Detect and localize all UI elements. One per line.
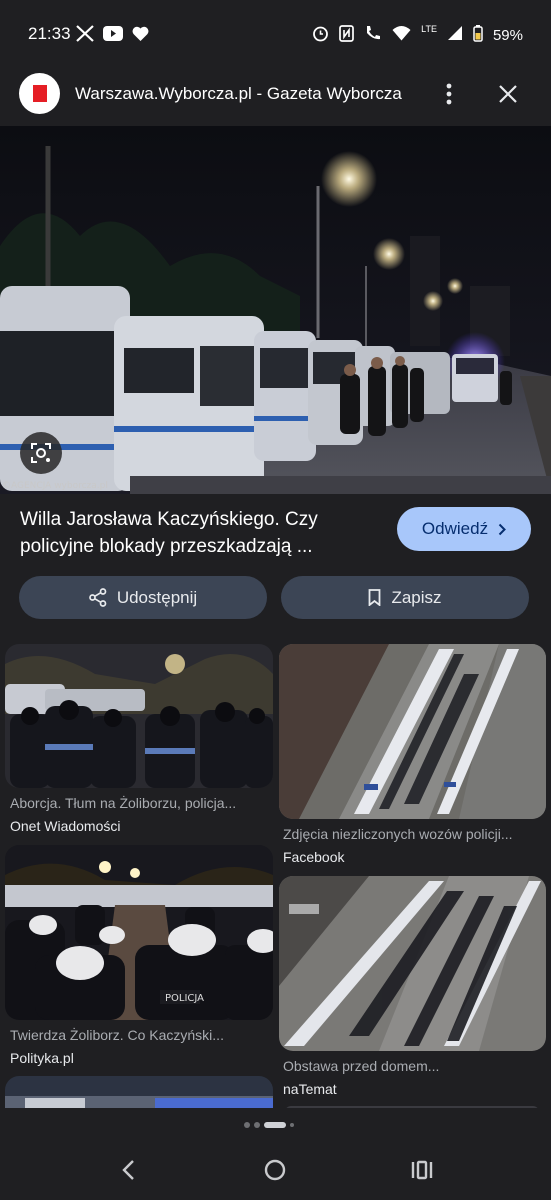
result-source: Facebook: [283, 849, 345, 865]
save-button[interactable]: Zapisz: [281, 576, 529, 619]
result-caption: Aborcja. Tłum na Żoliborzu, policja...: [10, 795, 237, 811]
page-dot: [290, 1123, 294, 1127]
related-result-card[interactable]: Aborcja. Tłum na Żoliborzu, policja... O…: [5, 644, 273, 840]
wifi-call-icon: [364, 24, 382, 46]
result-caption: Obstawa przed domem...: [283, 1058, 440, 1074]
share-button[interactable]: Udostępnij: [19, 576, 267, 619]
battery-icon: [473, 24, 483, 46]
network-type: LTE: [421, 24, 437, 34]
home-button[interactable]: [255, 1152, 295, 1188]
nfc-icon: [339, 24, 354, 46]
save-label: Zapisz: [391, 587, 442, 607]
wifi-icon: [392, 25, 411, 45]
related-result-card[interactable]: Obstawa przed domem... naTemat: [279, 876, 547, 1098]
result-caption: Zdjęcia niezliczonych wozów policji...: [283, 826, 513, 842]
x-icon: [76, 25, 94, 47]
visit-label: Odwiedź: [421, 519, 489, 538]
lens-icon: [31, 443, 51, 463]
wyborcza-logo-icon: [32, 85, 47, 102]
share-icon: [88, 588, 107, 607]
hero-image[interactable]: [0, 126, 551, 494]
visit-button[interactable]: Odwiedź: [397, 507, 531, 551]
site-title[interactable]: Warszawa.Wyborcza.pl - Gazeta Wyborcza: [75, 84, 415, 104]
heart-icon: [132, 26, 149, 46]
result-thumbnail-partial[interactable]: [5, 1076, 273, 1110]
home-icon: [264, 1159, 286, 1181]
lens-search-button[interactable]: [20, 432, 62, 474]
page-indicator: [244, 1122, 294, 1128]
related-result-card[interactable]: POLICJA Twierdza Żoliborz. Co Kaczyński.…: [5, 845, 273, 1067]
result-thumbnail[interactable]: POLICJA: [5, 845, 273, 1020]
signal-icon: [447, 25, 463, 45]
status-time: 21:33: [28, 24, 71, 43]
image-credit: ©AGENCJA wyborcza.pl: [2, 481, 108, 491]
bookmark-icon: [369, 589, 381, 606]
result-source: Polityka.pl: [10, 1050, 74, 1066]
page-dot: [244, 1122, 250, 1128]
share-label: Udostępnij: [116, 587, 198, 607]
header-bar: Warszawa.Wyborcza.pl - Gazeta Wyborcza: [0, 70, 551, 122]
result-source: naTemat: [283, 1081, 337, 1097]
result-thumbnail[interactable]: [5, 644, 273, 788]
page-dot-active: [264, 1122, 286, 1128]
back-icon: [122, 1160, 134, 1180]
article-title[interactable]: Willa Jarosława Kaczyńskiego. Czy policy…: [20, 506, 375, 560]
close-button[interactable]: [494, 80, 522, 108]
chevron-right-icon: [498, 523, 506, 535]
status-bar: 21:33 LTE 59%: [0, 0, 551, 70]
alarm-icon: [312, 25, 329, 46]
more-vert-icon: [446, 83, 452, 105]
page-dot: [254, 1122, 260, 1128]
svg-text:POLICJA: POLICJA: [165, 993, 204, 1004]
result-thumbnail[interactable]: [279, 644, 546, 819]
related-result-card[interactable]: Zdjęcia niezliczonych wozów policji... F…: [279, 644, 547, 865]
more-options-button[interactable]: [436, 80, 462, 108]
youtube-icon: [103, 26, 123, 46]
site-favicon[interactable]: [19, 73, 60, 114]
battery-percent: 59%: [492, 26, 523, 44]
result-thumbnail[interactable]: [279, 876, 546, 1051]
result-caption: Twierdza Żoliborz. Co Kaczyński...: [10, 1027, 224, 1043]
recents-icon: [411, 1160, 433, 1180]
close-icon: [499, 85, 517, 103]
back-button[interactable]: [108, 1152, 148, 1188]
result-source: Onet Wiadomości: [10, 818, 121, 834]
recents-button[interactable]: [402, 1152, 442, 1188]
